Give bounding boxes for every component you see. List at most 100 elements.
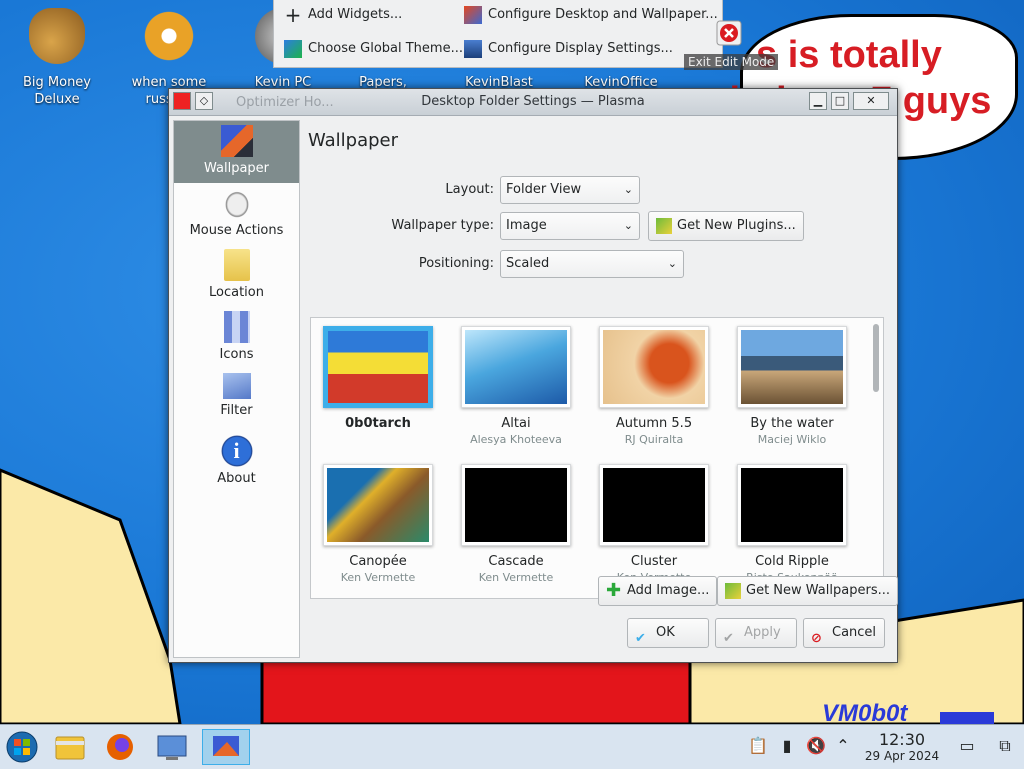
wallpaper-name: Altai <box>501 416 531 431</box>
settings-taskbar-button[interactable] <box>202 729 250 765</box>
clipboard-icon[interactable]: 📋 <box>748 737 768 755</box>
plus-icon: ✚ <box>606 579 622 601</box>
cancel-button[interactable]: ⊘ Cancel <box>803 618 885 648</box>
wallpaper-thumbnail <box>461 326 571 408</box>
filter-icon <box>222 373 251 399</box>
get-new-wallpapers-button[interactable]: Get New Wallpapers... <box>717 576 898 606</box>
cancel-label: Cancel <box>832 625 877 640</box>
display-icon <box>464 39 482 58</box>
apply-button[interactable]: ✔ Apply <box>715 618 797 648</box>
exit-edit-mode-tooltip: Exit Edit Mode <box>684 54 779 70</box>
volume-muted-icon[interactable]: 🔇 <box>806 737 826 755</box>
wallpaper-item[interactable]: Canopée Ken Vermette <box>315 464 441 584</box>
positioning-combobox[interactable]: Scaled ⌄ <box>500 250 684 278</box>
wallpaper-type-combobox[interactable]: Image ⌄ <box>500 212 640 240</box>
choose-global-theme-button[interactable]: Choose Global Theme... <box>284 37 463 61</box>
close-icon[interactable] <box>716 20 742 46</box>
signature-text: VM0b0t <box>822 700 908 724</box>
configure-desktop-label: Configure Desktop and Wallpaper... <box>488 7 718 22</box>
wallpaper-type-label: Wallpaper type: <box>391 218 494 233</box>
wallpaper-type-value: Image <box>506 218 547 233</box>
close-icon[interactable]: ✕ <box>853 92 889 110</box>
sidebar-item-label: Location <box>209 285 264 300</box>
wallpaper-icon <box>220 125 253 157</box>
folder-icon <box>55 736 85 760</box>
firefox-taskbar-button[interactable] <box>100 729 140 765</box>
wallpaper-thumbnail <box>461 464 571 546</box>
sidebar-item-label: Filter <box>220 403 253 418</box>
wallpaper-item[interactable]: Cluster Ken Vermette <box>591 464 717 584</box>
download-icon <box>725 582 741 599</box>
chevron-down-icon: ⌄ <box>623 219 633 232</box>
wallpaper-icon <box>213 736 239 756</box>
ok-label: OK <box>656 625 675 640</box>
wallpaper-author: Maciej Wiklo <box>757 433 827 446</box>
layout-combobox[interactable]: Folder View ⌄ <box>500 176 640 204</box>
get-new-plugins-label: Get New Plugins... <box>677 218 796 233</box>
sidebar-item-label: About <box>217 471 256 486</box>
show-desktop-icon[interactable]: ▭ <box>958 737 976 755</box>
folder-icon <box>223 249 250 281</box>
desktop-icon-big-money[interactable]: Big Money Deluxe <box>14 8 100 108</box>
sidebar-item-filter[interactable]: Filter <box>174 369 299 431</box>
wallpaper-icon <box>464 5 482 24</box>
desktop-toolbox: + Add Widgets... Choose Global Theme... C… <box>273 0 723 68</box>
desktop-icon-label: Deluxe <box>34 92 80 107</box>
wallpaper-author: Alesya Khoteeva <box>470 433 562 446</box>
control-panel-taskbar-button[interactable] <box>152 729 192 765</box>
wallpaper-name: Cascade <box>488 554 544 569</box>
configure-desktop-button[interactable]: Configure Desktop and Wallpaper... <box>464 3 718 27</box>
sidebar-item-icons[interactable]: Icons <box>174 307 299 369</box>
sidebar-item-about[interactable]: i About <box>174 431 299 493</box>
minimize-icon[interactable]: ▁ <box>809 92 827 110</box>
clock-time: 12:30 <box>878 730 926 749</box>
firefox-icon <box>107 734 133 760</box>
wallpaper-thumbnail <box>737 326 847 408</box>
chevron-up-icon[interactable]: ⌃ <box>834 737 852 755</box>
gallery-scrollbar[interactable] <box>873 324 879 392</box>
wallpaper-item[interactable]: Altai Alesya Khoteeva <box>453 326 579 446</box>
start-button[interactable] <box>2 729 42 765</box>
add-image-button[interactable]: ✚ Add Image... <box>598 576 718 606</box>
configure-display-button[interactable]: Configure Display Settings... <box>464 37 673 61</box>
sidebar-item-wallpaper[interactable]: Wallpaper <box>174 121 299 183</box>
choose-theme-label: Choose Global Theme... <box>308 41 463 56</box>
taskbar: 📋 ▮ 🔇 ⌃ 12:30 29 Apr 2024 ▭ ⧉ <box>0 724 1024 769</box>
sidebar-item-location[interactable]: Location <box>174 245 299 307</box>
window-switcher-icon[interactable]: ⧉ <box>996 737 1014 755</box>
apply-label: Apply <box>744 625 781 640</box>
get-new-plugins-button[interactable]: Get New Plugins... <box>648 211 804 241</box>
ok-button[interactable]: ✔ OK <box>627 618 709 648</box>
file-manager-taskbar-button[interactable] <box>50 729 90 765</box>
wallpaper-item[interactable]: 0b0tarch <box>315 326 441 431</box>
wallpaper-name: Cluster <box>630 554 678 569</box>
settings-content: Wallpaper Layout: Folder View ⌄ Wallpape… <box>308 120 898 660</box>
layout-label: Layout: <box>445 182 494 197</box>
chevron-down-icon: ⌄ <box>667 257 677 270</box>
wallpaper-gallery[interactable]: 0b0tarch Altai Alesya Khoteeva Autumn 5.… <box>310 317 884 599</box>
clock[interactable]: 12:30 29 Apr 2024 <box>860 730 944 764</box>
info-icon: i <box>220 435 253 467</box>
wallpaper-thumbnail <box>323 326 433 408</box>
wallpaper-type-row: Wallpaper type: Image ⌄ Get New Plugins.… <box>308 211 883 242</box>
get-new-wallpapers-label: Get New Wallpapers... <box>746 583 890 598</box>
download-icon <box>656 217 672 234</box>
desktop-icon-label: Big Money <box>22 75 91 90</box>
wallpaper-item[interactable]: Autumn 5.5 RJ Quiralta <box>591 326 717 446</box>
maximize-icon[interactable]: □ <box>831 92 849 110</box>
sidebar-item-mouse-actions[interactable]: Mouse Actions <box>174 183 299 245</box>
wallpaper-name: Autumn 5.5 <box>615 416 693 431</box>
wallpaper-name: Canopée <box>349 554 407 569</box>
wallpaper-author: Ken Vermette <box>340 571 416 584</box>
wallpaper-name: Cold Ripple <box>755 554 829 569</box>
check-icon: ✔ <box>635 630 646 646</box>
battery-icon[interactable]: ▮ <box>778 737 796 755</box>
positioning-label: Positioning: <box>418 256 494 271</box>
sidebar-item-label: Mouse Actions <box>189 223 284 238</box>
wallpaper-item[interactable]: Cascade Ken Vermette <box>453 464 579 584</box>
add-widgets-button[interactable]: + Add Widgets... <box>284 3 403 27</box>
mouse-icon <box>220 187 253 219</box>
gear-icon <box>141 8 197 64</box>
wallpaper-item[interactable]: Cold Ripple Risto Saukonpää <box>729 464 855 584</box>
wallpaper-item[interactable]: By the water Maciej Wiklo <box>729 326 855 446</box>
